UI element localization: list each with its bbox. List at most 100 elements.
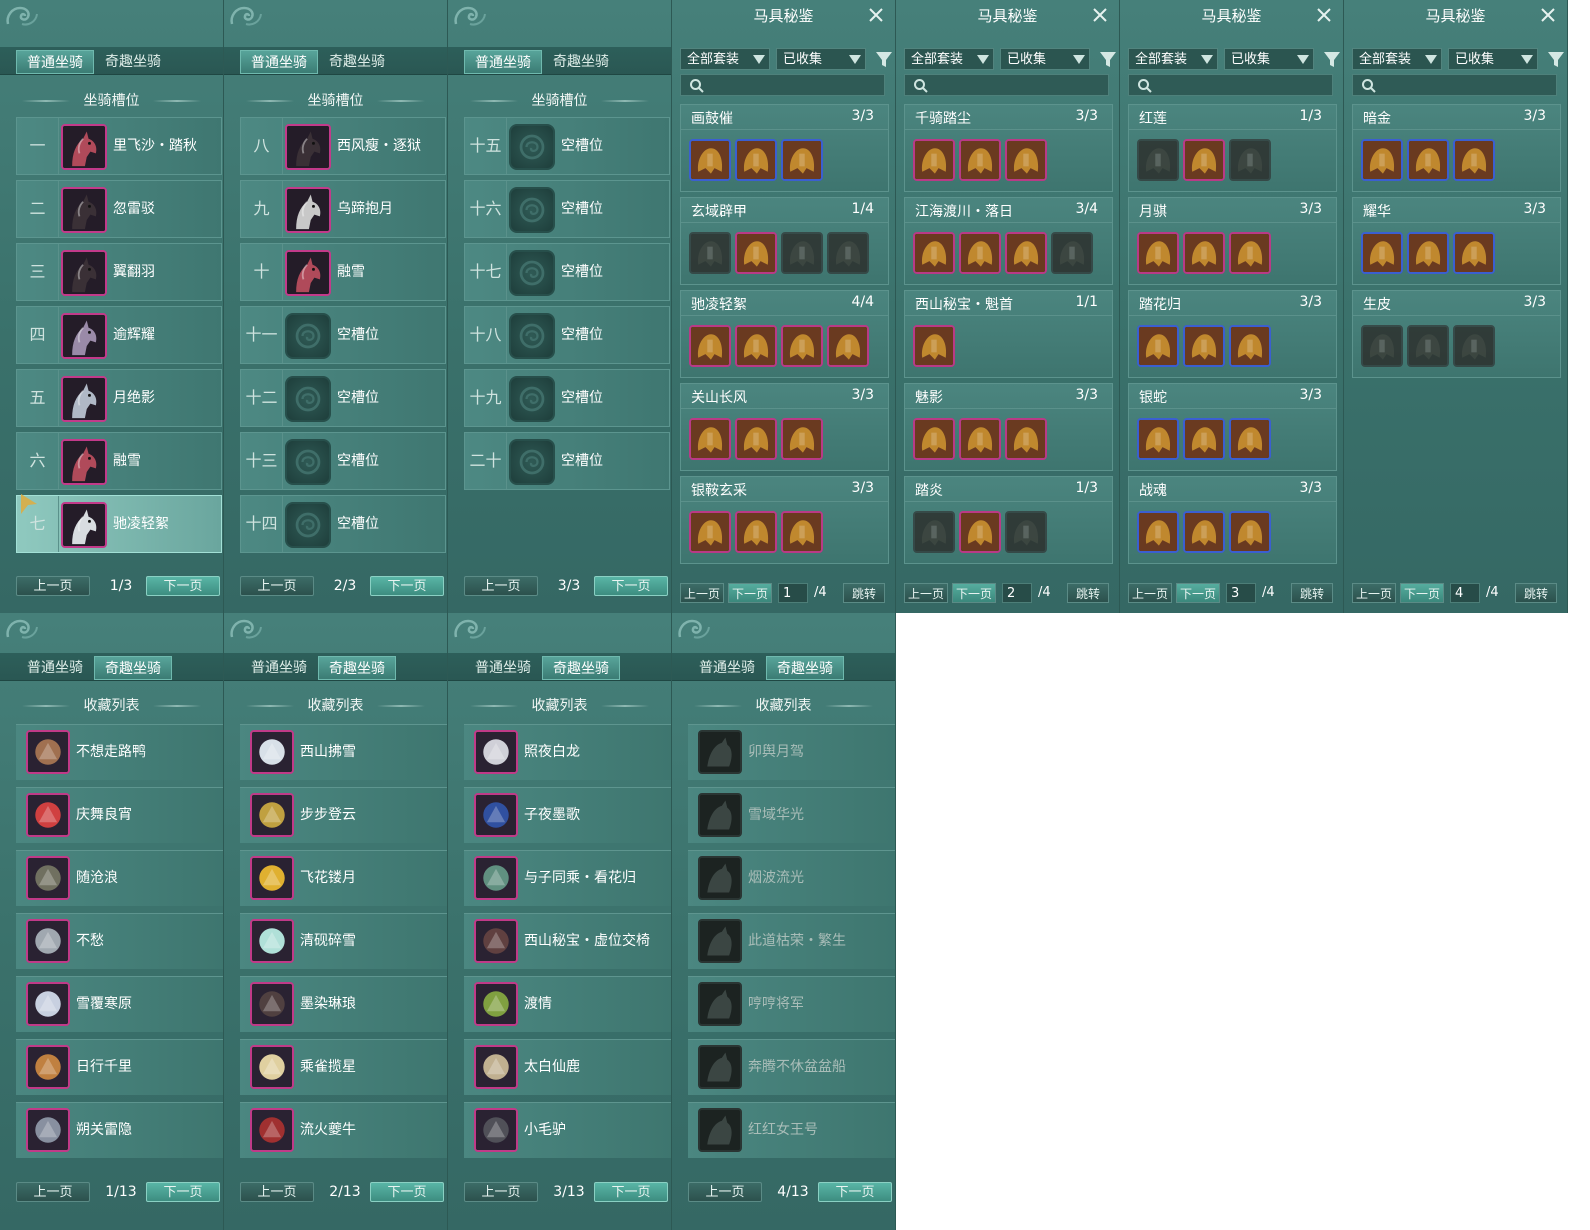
saddle-item-icon[interactable] — [1407, 325, 1449, 367]
saddle-item-icon[interactable] — [1453, 325, 1495, 367]
saddle-item-icon[interactable] — [781, 418, 823, 460]
mount-slot-row[interactable]: 三 翼翻羽 — [16, 243, 222, 301]
saddle-item-icon[interactable] — [1183, 418, 1225, 460]
close-icon[interactable] — [1315, 6, 1333, 24]
mount-slot-row[interactable]: 六 融雪 — [16, 432, 222, 490]
saddle-set-card[interactable]: 西山秘宝・魁首 1/1 — [904, 290, 1113, 378]
search-input[interactable] — [1128, 74, 1333, 96]
tab-normal-mounts[interactable]: 普通坐骑 — [464, 50, 542, 74]
collection-row[interactable]: 乘雀揽星 — [240, 1039, 447, 1095]
saddle-item-icon[interactable] — [689, 139, 731, 181]
saddle-item-icon[interactable] — [1361, 325, 1403, 367]
saddle-item-icon[interactable] — [1005, 418, 1047, 460]
set-filter-dropdown[interactable]: 全部套装 — [1352, 48, 1442, 70]
collection-row[interactable]: 庆舞良宵 — [16, 787, 223, 843]
saddle-item-icon[interactable] — [1453, 139, 1495, 181]
filter-funnel-icon[interactable] — [1323, 48, 1341, 70]
saddle-item-icon[interactable] — [781, 325, 823, 367]
jump-button[interactable]: 跳转 — [1291, 583, 1333, 603]
next-page-button[interactable]: 下一页 — [594, 1182, 668, 1202]
mount-slot-row[interactable]: 十六 空槽位 — [464, 180, 670, 238]
saddle-item-icon[interactable] — [1183, 232, 1225, 274]
saddle-item-icon[interactable] — [913, 511, 955, 553]
close-icon[interactable] — [1091, 6, 1109, 24]
collection-row[interactable]: 雪域华光 — [688, 787, 895, 843]
page-number-input[interactable]: 1 — [778, 583, 808, 603]
mount-slot-row[interactable]: 七驰凌轻絮 — [16, 494, 222, 553]
collection-row[interactable]: 此道枯荣・繁生 — [688, 913, 895, 969]
saddle-item-icon[interactable] — [1361, 232, 1403, 274]
saddle-set-card[interactable]: 踏炎 1/3 — [904, 476, 1113, 564]
prev-page-button[interactable]: 上一页 — [680, 583, 724, 603]
saddle-item-icon[interactable] — [735, 511, 777, 553]
tab-normal-mounts[interactable]: 普通坐骑 — [240, 656, 318, 680]
collection-row[interactable]: 朔关雷隐 — [16, 1102, 223, 1158]
tab-normal-mounts[interactable]: 普通坐骑 — [240, 50, 318, 74]
saddle-set-card[interactable]: 银鞍玄采 3/3 — [680, 476, 889, 564]
collection-row[interactable]: 西山秘宝・虚位交椅 — [464, 913, 671, 969]
tab-special-mounts[interactable]: 奇趣坐骑 — [318, 50, 396, 74]
tab-special-mounts[interactable]: 奇趣坐骑 — [766, 656, 844, 680]
saddle-set-card[interactable]: 生皮 3/3 — [1352, 290, 1561, 378]
saddle-item-icon[interactable] — [735, 139, 777, 181]
mount-slot-row[interactable]: 十四 空槽位 — [240, 495, 446, 553]
saddle-item-icon[interactable] — [1229, 139, 1271, 181]
mount-slot-row[interactable]: 九 乌蹄抱月 — [240, 180, 446, 238]
page-number-input[interactable]: 3 — [1226, 583, 1256, 603]
collected-filter-dropdown[interactable]: 已收集 — [776, 48, 866, 70]
saddle-set-card[interactable]: 战魂 3/3 — [1128, 476, 1337, 564]
saddle-item-icon[interactable] — [1407, 232, 1449, 274]
jump-button[interactable]: 跳转 — [1067, 583, 1109, 603]
saddle-item-icon[interactable] — [1229, 232, 1271, 274]
search-input[interactable] — [904, 74, 1109, 96]
collection-row[interactable]: 不想走路鸭 — [16, 724, 223, 780]
saddle-item-icon[interactable] — [1183, 139, 1225, 181]
collection-row[interactable]: 流火夔牛 — [240, 1102, 447, 1158]
saddle-item-icon[interactable] — [1229, 418, 1271, 460]
saddle-item-icon[interactable] — [781, 511, 823, 553]
saddle-item-icon[interactable] — [1005, 511, 1047, 553]
close-icon[interactable] — [867, 6, 885, 24]
mount-slot-row[interactable]: 五 月绝影 — [16, 369, 222, 427]
mount-slot-row[interactable]: 十五 空槽位 — [464, 117, 670, 175]
saddle-item-icon[interactable] — [913, 325, 955, 367]
saddle-set-card[interactable]: 玄域辟甲 1/4 — [680, 197, 889, 285]
saddle-item-icon[interactable] — [1229, 325, 1271, 367]
saddle-set-card[interactable]: 驰凌轻絮 4/4 — [680, 290, 889, 378]
saddle-item-icon[interactable] — [1137, 511, 1179, 553]
saddle-set-card[interactable]: 银蛇 3/3 — [1128, 383, 1337, 471]
next-page-button[interactable]: 下一页 — [728, 583, 772, 603]
tab-special-mounts[interactable]: 奇趣坐骑 — [94, 50, 172, 74]
prev-page-button[interactable]: 上一页 — [1352, 583, 1396, 603]
prev-page-button[interactable]: 上一页 — [240, 1182, 314, 1202]
saddle-item-icon[interactable] — [827, 325, 869, 367]
prev-page-button[interactable]: 上一页 — [688, 1182, 762, 1202]
saddle-item-icon[interactable] — [959, 418, 1001, 460]
saddle-item-icon[interactable] — [1183, 325, 1225, 367]
mount-slot-row[interactable]: 十七 空槽位 — [464, 243, 670, 301]
mount-slot-row[interactable]: 一 里飞沙・踏秋 — [16, 117, 222, 175]
collection-row[interactable]: 步步登云 — [240, 787, 447, 843]
tab-special-mounts[interactable]: 奇趣坐骑 — [542, 656, 620, 680]
collection-row[interactable]: 随沧浪 — [16, 850, 223, 906]
tab-normal-mounts[interactable]: 普通坐骑 — [688, 656, 766, 680]
next-page-button[interactable]: 下一页 — [370, 576, 444, 596]
saddle-item-icon[interactable] — [689, 511, 731, 553]
collection-row[interactable]: 雪覆寒原 — [16, 976, 223, 1032]
collected-filter-dropdown[interactable]: 已收集 — [1000, 48, 1090, 70]
saddle-item-icon[interactable] — [959, 511, 1001, 553]
mount-slot-row[interactable]: 十八 空槽位 — [464, 306, 670, 364]
saddle-set-card[interactable]: 江海渡川・落日 3/4 — [904, 197, 1113, 285]
close-icon[interactable] — [1539, 6, 1557, 24]
saddle-item-icon[interactable] — [781, 139, 823, 181]
collection-row[interactable]: 照夜白龙 — [464, 724, 671, 780]
collection-row[interactable]: 飞花镂月 — [240, 850, 447, 906]
prev-page-button[interactable]: 上一页 — [464, 1182, 538, 1202]
jump-button[interactable]: 跳转 — [1515, 583, 1557, 603]
collection-row[interactable]: 烟波流光 — [688, 850, 895, 906]
search-input[interactable] — [680, 74, 885, 96]
saddle-item-icon[interactable] — [689, 418, 731, 460]
next-page-button[interactable]: 下一页 — [952, 583, 996, 603]
collection-row[interactable]: 与子同乘・看花归 — [464, 850, 671, 906]
collection-row[interactable]: 墨染琳琅 — [240, 976, 447, 1032]
